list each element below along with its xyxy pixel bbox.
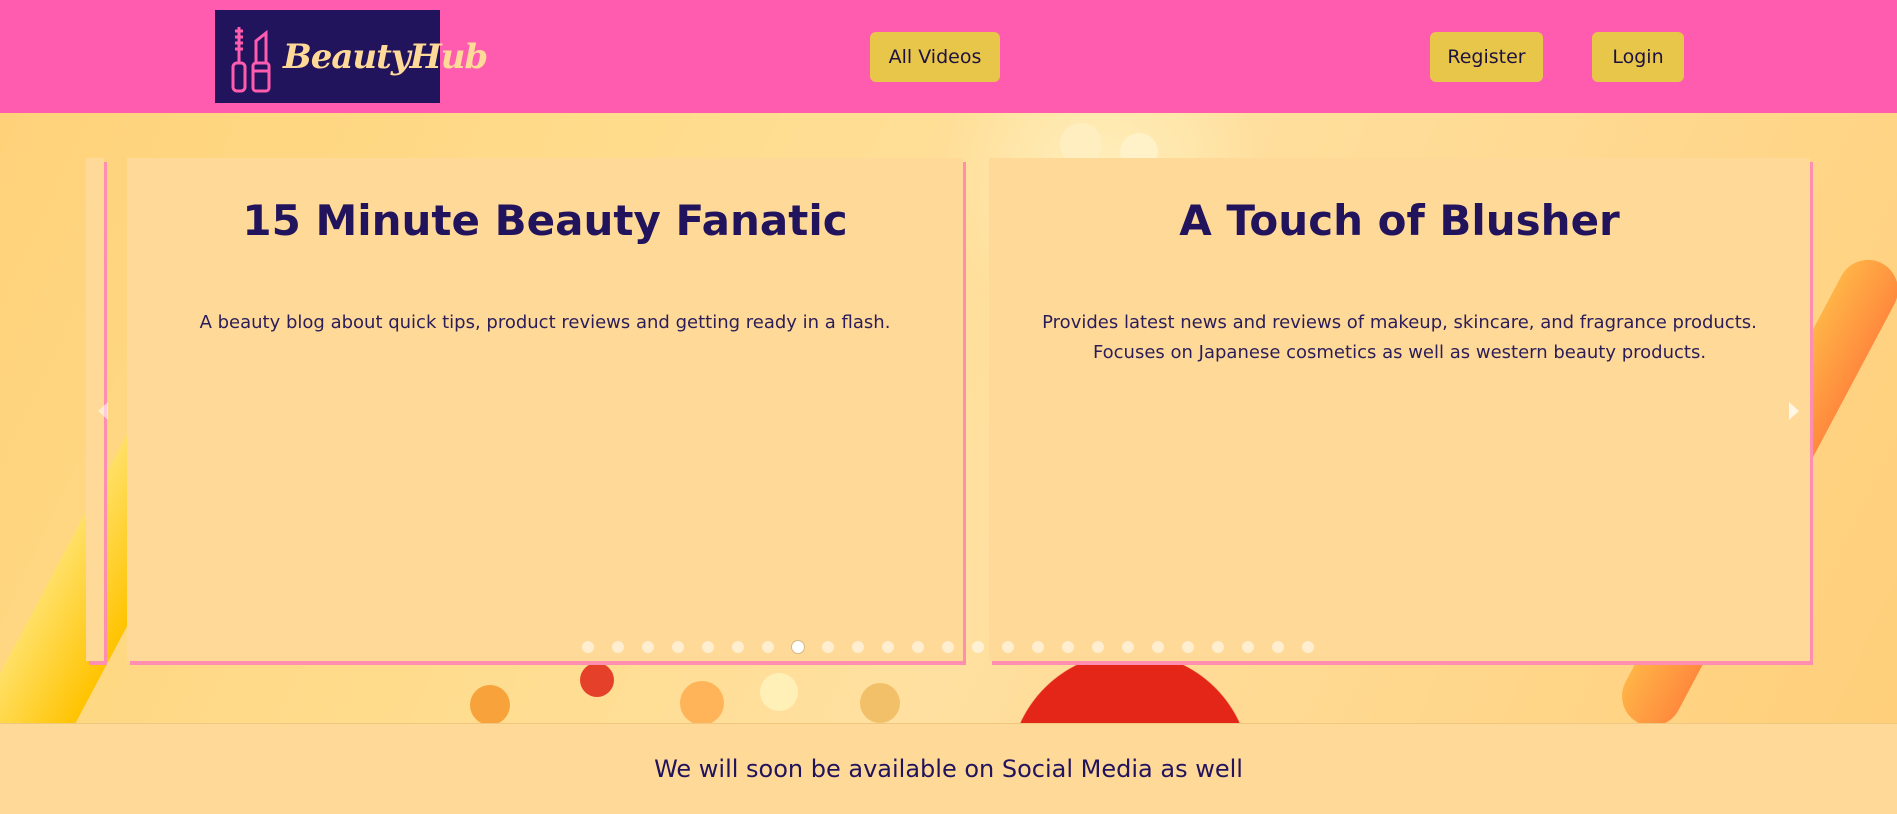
card-description: Provides latest news and reviews of make… xyxy=(1042,312,1757,364)
login-button[interactable]: Login xyxy=(1592,32,1684,82)
card-title: A Touch of Blusher xyxy=(1179,196,1620,245)
carousel-dot[interactable] xyxy=(1062,641,1074,653)
carousel-dot[interactable] xyxy=(642,641,654,653)
card-description: A beauty blog about quick tips, product … xyxy=(199,312,891,334)
carousel-dot[interactable] xyxy=(1002,641,1014,653)
carousel-dot[interactable] xyxy=(582,641,594,653)
decor-bead xyxy=(470,685,510,723)
card-title: 15 Minute Beauty Fanatic xyxy=(242,196,848,245)
carousel-dot[interactable] xyxy=(1182,641,1194,653)
site-header: BeautyHub All Videos Register Login xyxy=(0,0,1897,113)
carousel-dot[interactable] xyxy=(852,641,864,653)
carousel-dot[interactable] xyxy=(762,641,774,653)
carousel-dot[interactable] xyxy=(732,641,744,653)
carousel-dot[interactable] xyxy=(1032,641,1044,653)
footer-text: We will soon be available on Social Medi… xyxy=(654,755,1243,783)
carousel-dot[interactable] xyxy=(1092,641,1104,653)
logo[interactable]: BeautyHub xyxy=(215,10,488,103)
carousel-dot[interactable] xyxy=(822,641,834,653)
carousel-next-arrow-icon[interactable] xyxy=(1789,402,1799,420)
carousel-dot[interactable] xyxy=(1152,641,1164,653)
register-button[interactable]: Register xyxy=(1430,32,1543,82)
decor-bead xyxy=(580,663,614,697)
carousel-dot[interactable] xyxy=(912,641,924,653)
decor-bead xyxy=(860,683,900,723)
all-videos-button[interactable]: All Videos xyxy=(870,32,1000,82)
makeup-brush-lipstick-icon xyxy=(231,26,271,92)
carousel-dot[interactable] xyxy=(882,641,894,653)
carousel-card[interactable]: 15 Minute Beauty Fanatic A beauty blog a… xyxy=(127,158,963,661)
decor-bead xyxy=(760,673,798,711)
carousel-card[interactable]: A Touch of Blusher Provides latest news … xyxy=(989,158,1810,661)
carousel-dot[interactable] xyxy=(1302,641,1314,653)
carousel-dot[interactable] xyxy=(1242,641,1254,653)
site-footer: We will soon be available on Social Medi… xyxy=(0,723,1897,814)
carousel-dot[interactable] xyxy=(612,641,624,653)
carousel-dot[interactable] xyxy=(1212,641,1224,653)
carousel-dot[interactable] xyxy=(792,641,804,653)
carousel-prev-arrow-icon[interactable] xyxy=(98,402,108,420)
logo-text: BeautyHub xyxy=(283,36,488,77)
decor-bead xyxy=(680,681,724,723)
carousel-dot[interactable] xyxy=(1122,641,1134,653)
carousel-dot[interactable] xyxy=(942,641,954,653)
carousel-dot[interactable] xyxy=(972,641,984,653)
carousel-dot[interactable] xyxy=(702,641,714,653)
carousel-dot[interactable] xyxy=(672,641,684,653)
carousel-dot[interactable] xyxy=(1272,641,1284,653)
carousel-pagination xyxy=(582,641,1314,653)
